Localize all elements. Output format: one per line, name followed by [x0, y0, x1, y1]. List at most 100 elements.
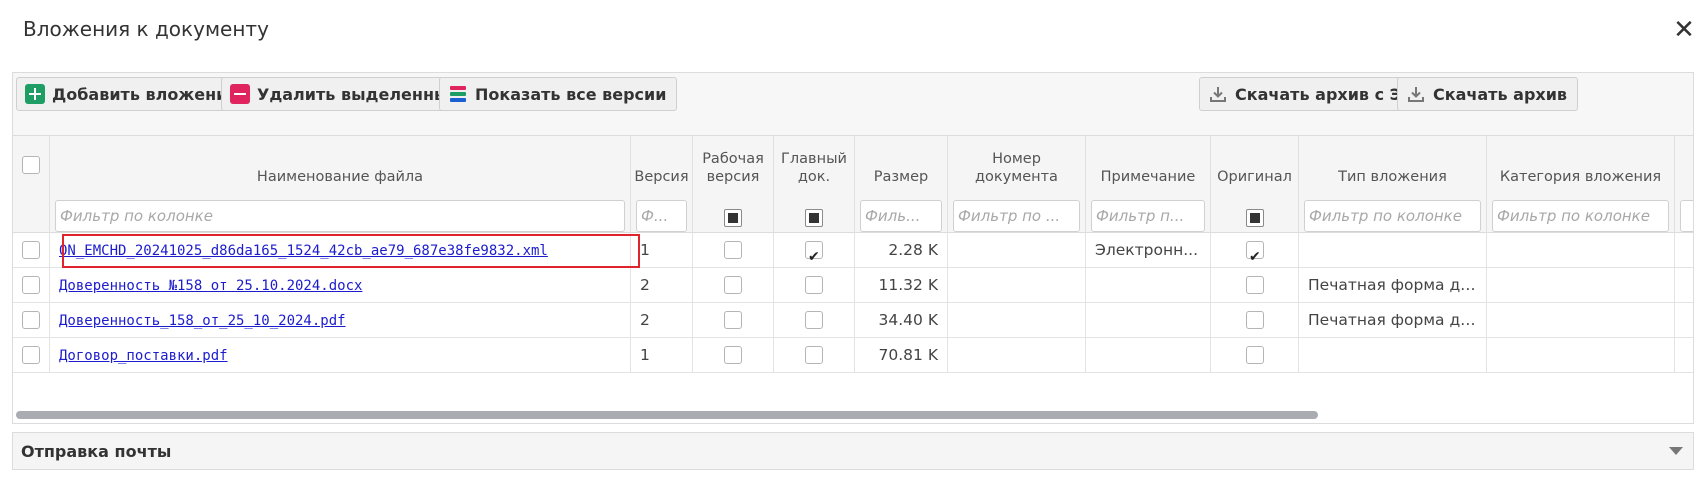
grid-header: Наименование файла Фильтр по колонке Вер…	[13, 136, 1693, 233]
column-label: Оригинал	[1217, 169, 1292, 185]
header-attachment-category: Категория вложения Фильтр по колонке	[1487, 136, 1675, 233]
delete-selected-label: Удалить выделенные	[257, 84, 460, 104]
main-cell	[774, 268, 855, 303]
note-cell	[1086, 268, 1211, 303]
main-checkbox[interactable]	[805, 276, 823, 294]
mail-section[interactable]: Отправка почты	[12, 432, 1694, 470]
original-checkbox[interactable]	[1246, 276, 1264, 294]
download-archive-button[interactable]: Скачать архив	[1397, 77, 1579, 111]
version-cell: 1	[631, 338, 693, 373]
row-checkbox[interactable]	[22, 241, 40, 259]
show-all-versions-button[interactable]: Показать все версии	[439, 77, 678, 111]
main-cell	[774, 303, 855, 338]
original-cell	[1211, 338, 1299, 373]
working-cell	[693, 233, 774, 268]
file-link[interactable]: Договор_поставки.pdf	[59, 348, 228, 364]
table-row[interactable]: Доверенность_158_от_25_10_2024.pdf 2 34.…	[13, 303, 1693, 338]
header-original: Оригинал	[1211, 136, 1299, 233]
main-cell	[774, 233, 855, 268]
filter-version-input[interactable]: Ф...	[636, 200, 687, 232]
download-archive-label: Скачать архив	[1433, 84, 1568, 104]
download-archive-signature-label: Скачать архив с ЭП	[1235, 84, 1415, 104]
file-name-cell: ON_EMCHD_20241025_d86da165_1524_42cb_ae7…	[50, 233, 631, 268]
filter-original-checkbox[interactable]	[1245, 209, 1264, 227]
header-note: Примечание Фильтр п...	[1086, 136, 1211, 233]
filter-working-checkbox[interactable]	[724, 209, 742, 227]
row-select-cell	[13, 338, 50, 373]
filter-category-input[interactable]: Фильтр по колонке	[1492, 200, 1669, 232]
filter-note-input[interactable]: Фильтр п...	[1091, 200, 1205, 232]
file-link[interactable]: Доверенность №158 от 25.10.2024.docx	[59, 278, 362, 294]
note-cell	[1086, 338, 1211, 373]
type-cell	[1299, 338, 1487, 373]
stack-icon	[448, 84, 468, 104]
chevron-down-icon[interactable]	[1669, 447, 1683, 455]
working-checkbox[interactable]	[724, 276, 742, 294]
column-label: Категория вложения	[1499, 169, 1662, 185]
working-cell	[693, 303, 774, 338]
minus-icon	[230, 84, 250, 104]
mail-section-title: Отправка почты	[21, 442, 172, 461]
version-cell: 2	[631, 303, 693, 338]
show-all-versions-label: Показать все версии	[475, 84, 667, 104]
original-cell	[1211, 233, 1299, 268]
original-checkbox[interactable]	[1246, 240, 1264, 268]
filter-main-checkbox[interactable]	[805, 209, 823, 227]
size-cell: 34.40 K	[855, 303, 948, 338]
row-select-cell	[13, 233, 50, 268]
working-checkbox[interactable]	[724, 241, 742, 259]
category-cell	[1487, 338, 1675, 373]
delete-selected-button[interactable]: Удалить выделенные	[221, 77, 471, 111]
row-checkbox[interactable]	[22, 311, 40, 329]
select-all-checkbox[interactable]	[22, 156, 40, 174]
version-cell: 1	[631, 233, 693, 268]
header-overflow	[1675, 136, 1693, 233]
file-name-cell: Доверенность №158 от 25.10.2024.docx	[50, 268, 631, 303]
header-file-name: Наименование файла Фильтр по колонке	[50, 136, 631, 233]
main-checkbox[interactable]	[805, 240, 823, 268]
table-row[interactable]: Договор_поставки.pdf 1 70.81 K	[13, 338, 1693, 373]
note-cell: Электронн...	[1086, 233, 1211, 268]
dialog-header: Вложения к документу ✕	[0, 0, 1705, 60]
type-cell: Печатная форма до...	[1299, 268, 1487, 303]
main-cell	[774, 338, 855, 373]
filter-doc-number-input[interactable]: Фильтр по ...	[953, 200, 1080, 232]
doc-number-cell	[948, 233, 1086, 268]
download-archive-signature-button[interactable]: Скачать архив с ЭП	[1199, 77, 1426, 111]
add-attachment-label: Добавить вложение	[52, 84, 239, 104]
close-icon[interactable]: ✕	[1672, 16, 1696, 44]
type-cell: Печатная форма до...	[1299, 303, 1487, 338]
original-checkbox[interactable]	[1246, 346, 1264, 364]
horizontal-scrollbar[interactable]	[16, 411, 1318, 419]
filter-size-input[interactable]: Филь...	[860, 200, 942, 232]
file-name-cell: Доверенность_158_от_25_10_2024.pdf	[50, 303, 631, 338]
file-link[interactable]: ON_EMCHD_20241025_d86da165_1524_42cb_ae7…	[59, 243, 548, 259]
filter-type-input[interactable]: Фильтр по колонке	[1304, 200, 1481, 232]
working-checkbox[interactable]	[724, 346, 742, 364]
size-cell: 70.81 K	[855, 338, 948, 373]
header-size: Размер Филь...	[855, 136, 948, 233]
toolbar: Добавить вложение Удалить выделенные Пок…	[13, 73, 1693, 136]
type-cell	[1299, 233, 1487, 268]
add-attachment-button[interactable]: Добавить вложение	[16, 77, 250, 111]
working-cell	[693, 268, 774, 303]
category-cell	[1487, 268, 1675, 303]
file-link[interactable]: Доверенность_158_от_25_10_2024.pdf	[59, 313, 346, 329]
row-checkbox[interactable]	[22, 346, 40, 364]
row-select-cell	[13, 303, 50, 338]
working-checkbox[interactable]	[724, 311, 742, 329]
main-checkbox[interactable]	[805, 346, 823, 364]
original-checkbox[interactable]	[1246, 311, 1264, 329]
download-icon	[1208, 84, 1228, 104]
attachments-panel: Добавить вложение Удалить выделенные Пок…	[12, 72, 1694, 424]
filter-overflow-input[interactable]	[1680, 200, 1693, 232]
table-row[interactable]: ON_EMCHD_20241025_d86da165_1524_42cb_ae7…	[13, 233, 1693, 268]
header-attachment-type: Тип вложения Фильтр по колонке	[1299, 136, 1487, 233]
main-checkbox[interactable]	[805, 311, 823, 329]
column-label: Номер документа	[975, 151, 1058, 185]
column-label: Наименование файла	[256, 169, 424, 185]
filter-file-name-input[interactable]: Фильтр по колонке	[55, 200, 625, 232]
row-checkbox[interactable]	[22, 276, 40, 294]
table-row[interactable]: Доверенность №158 от 25.10.2024.docx 2 1…	[13, 268, 1693, 303]
column-label: Размер	[873, 169, 929, 185]
